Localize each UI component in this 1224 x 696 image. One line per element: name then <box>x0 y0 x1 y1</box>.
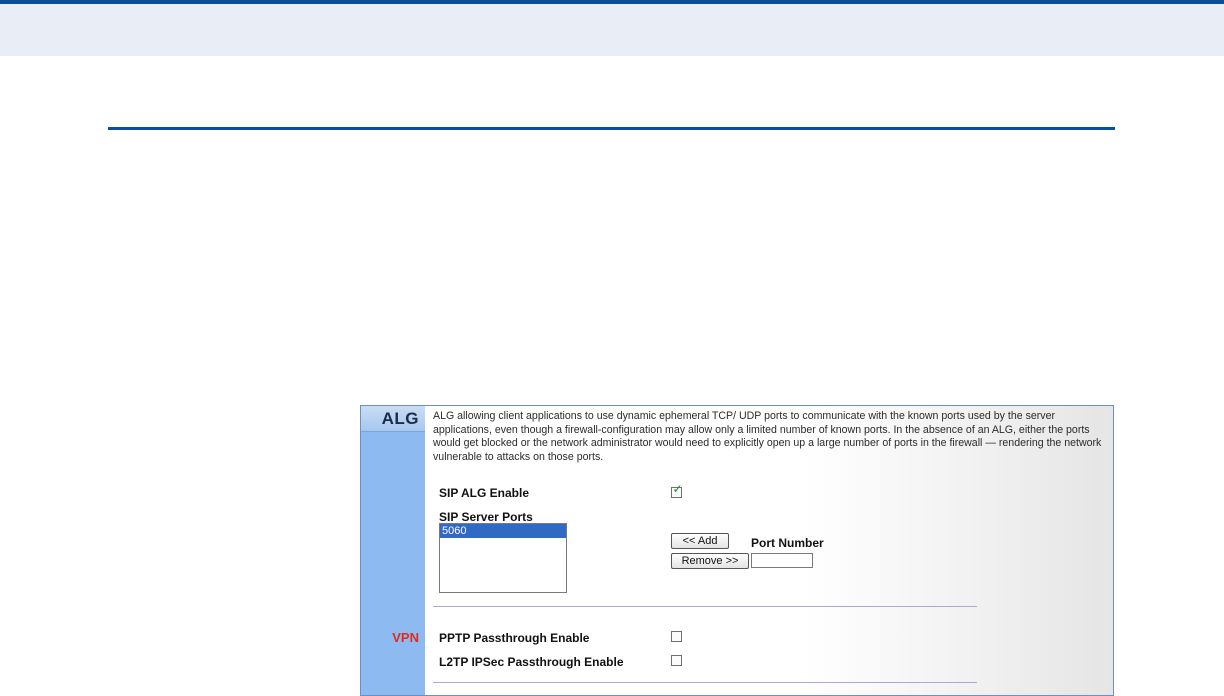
section-divider <box>433 682 977 683</box>
pptp-passthrough-label: PPTP Passthrough Enable <box>439 631 590 645</box>
section-label-alg: ALG <box>381 409 419 428</box>
list-item[interactable]: 5060 <box>440 524 566 538</box>
settings-panel: ALG VPN ALG allowing client applications… <box>360 405 1114 696</box>
sip-alg-enable-checkbox[interactable]: ✓ <box>671 482 683 498</box>
add-port-button[interactable]: << Add <box>671 533 729 549</box>
pptp-passthrough-checkbox[interactable] <box>671 631 682 642</box>
settings-content: ALG allowing client applications to use … <box>425 406 1113 695</box>
section-label-vpn: VPN <box>392 630 419 645</box>
sip-alg-enable-label: SIP ALG Enable <box>439 486 530 500</box>
section-sidebar: ALG VPN <box>361 406 425 695</box>
alg-description: ALG allowing client applications to use … <box>433 410 1102 463</box>
section-divider <box>433 606 977 607</box>
page: ALG VPN ALG allowing client applications… <box>0 0 1224 696</box>
sip-server-ports-label: SIP Server Ports <box>439 510 533 524</box>
sip-server-ports-list[interactable]: 5060 <box>439 523 567 593</box>
port-number-input[interactable] <box>751 553 813 568</box>
remove-port-button[interactable]: Remove >> <box>671 553 749 569</box>
port-number-label: Port Number <box>751 536 824 550</box>
sidebar-header: ALG <box>361 406 425 432</box>
check-mark-icon: ✓ <box>672 482 683 496</box>
l2tp-passthrough-label: L2TP IPSec Passthrough Enable <box>439 655 624 669</box>
page-header-band <box>0 0 1224 56</box>
l2tp-passthrough-checkbox[interactable] <box>671 655 682 666</box>
header-rule <box>108 127 1115 130</box>
